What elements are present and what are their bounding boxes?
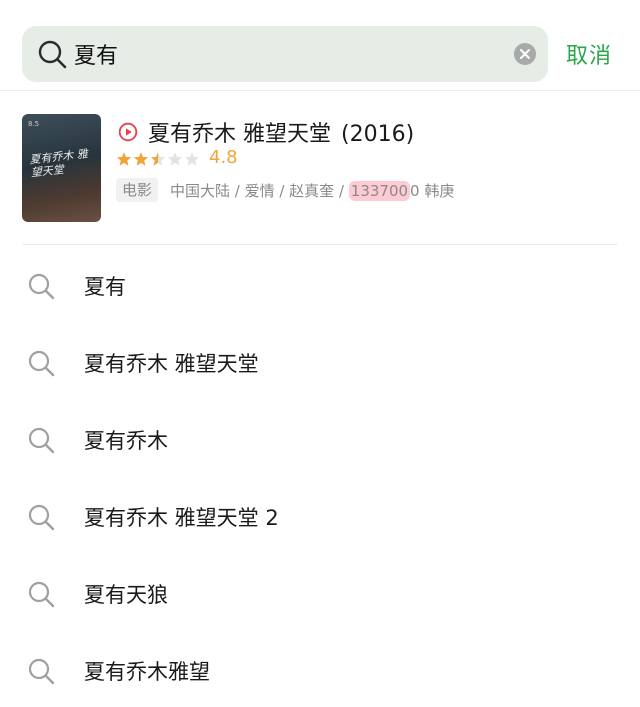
star-icon xyxy=(151,152,165,166)
movie-title: 夏有乔木 雅望天堂 (2016) xyxy=(148,116,414,148)
search-icon xyxy=(28,504,55,531)
meta-prefix: 中国大陆 / 爱情 / 赵真奎 / xyxy=(170,182,349,200)
search-icon xyxy=(28,581,55,608)
search-icon xyxy=(28,273,55,300)
search-input[interactable] xyxy=(74,34,494,74)
header-divider xyxy=(0,90,640,91)
meta-suffix: 0 韩庚 xyxy=(410,182,455,200)
suggestion-text: 夏有乔木雅望 xyxy=(84,660,210,684)
clear-search-button[interactable] xyxy=(514,43,536,65)
star-icon xyxy=(117,152,131,166)
suggestion-text: 夏有 xyxy=(84,275,126,299)
star-icon xyxy=(134,152,148,166)
suggestion-text: 夏有乔木 雅望天堂 2 xyxy=(84,506,279,530)
movie-meta: 中国大陆 / 爱情 / 赵真奎 / 133700 0 韩庚 xyxy=(170,180,454,201)
star-icon xyxy=(168,152,182,166)
movie-result-card[interactable]: 8.5 夏有乔木 雅望天堂 夏有乔木 雅望天堂 (2016) 4.8 电影 中国大… xyxy=(0,92,640,242)
suggestion-item[interactable]: 夏有乔木 雅望天堂 2 xyxy=(0,478,640,555)
play-icon xyxy=(118,122,138,142)
suggestion-text: 夏有天狼 xyxy=(84,583,168,607)
search-icon xyxy=(28,427,55,454)
meta-highlight: 133700 xyxy=(348,181,411,201)
suggestion-item[interactable]: 夏有乔木雅望 xyxy=(0,632,640,707)
poster-top-text: 8.5 xyxy=(28,120,40,128)
cancel-button[interactable]: 取消 xyxy=(566,38,612,70)
poster-title: 夏有乔木 雅望天堂 xyxy=(28,147,89,180)
type-badge: 电影 xyxy=(116,178,159,202)
star-icon xyxy=(185,152,199,166)
movie-title-text: 夏有乔木 雅望天堂 xyxy=(148,122,331,147)
search-icon xyxy=(28,658,55,685)
rating-score: 4.8 xyxy=(209,147,238,168)
clear-icon xyxy=(520,49,530,59)
suggestion-item[interactable]: 夏有乔木 雅望天堂 xyxy=(0,324,640,401)
movie-year: (2016) xyxy=(341,122,415,147)
suggestion-list: 夏有夏有乔木 雅望天堂 夏有乔木夏有乔木 雅望天堂 2 夏有天狼夏有乔木雅望 xyxy=(0,247,640,707)
suggestion-item[interactable]: 夏有 xyxy=(0,247,640,324)
suggestion-item[interactable]: 夏有天狼 xyxy=(0,555,640,632)
card-divider xyxy=(22,244,618,245)
suggestion-text: 夏有乔木 xyxy=(84,429,168,453)
search-icon xyxy=(28,350,55,377)
star-rating xyxy=(116,151,201,167)
suggestion-item[interactable]: 夏有乔木 xyxy=(0,401,640,478)
movie-poster: 8.5 夏有乔木 雅望天堂 xyxy=(22,114,101,222)
search-bar[interactable] xyxy=(22,26,548,82)
search-icon xyxy=(38,40,67,69)
search-page: 取消 8.5 夏有乔木 雅望天堂 夏有乔木 雅望天堂 (2016) 4.8 电影 … xyxy=(0,0,640,707)
suggestion-text: 夏有乔木 雅望天堂 xyxy=(84,352,259,376)
